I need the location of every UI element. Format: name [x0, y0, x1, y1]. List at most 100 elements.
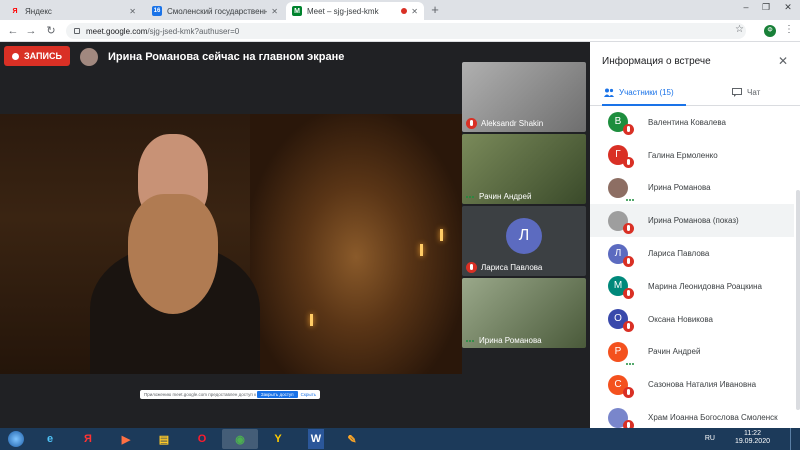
list-item[interactable]: Ирина Романова — [590, 172, 794, 205]
minimize-icon[interactable]: – — [736, 2, 756, 12]
system-tray: RU 11:22 19.09.2020 — [705, 430, 770, 446]
tab-participants[interactable]: Участники (15) — [604, 88, 674, 97]
yandex-icon[interactable]: Я — [70, 429, 106, 449]
avatar: Л — [608, 243, 634, 267]
mic-off-icon — [623, 124, 634, 136]
panel-title: Информация о встрече — [602, 56, 711, 67]
list-item[interactable]: Ирина Романова (показ) — [590, 204, 794, 238]
avatar: С — [608, 374, 634, 398]
list-item[interactable]: О Оксана Новикова — [590, 303, 794, 336]
word-icon[interactable]: W — [308, 429, 324, 449]
tab-chat-label: Чат — [747, 88, 761, 97]
tab-label: Смоленский государственный — [167, 6, 268, 16]
back-icon[interactable]: ← — [6, 24, 20, 38]
list-item[interactable]: Л Лариса Павлова — [590, 237, 794, 270]
participant-tile[interactable]: Ирина Романова — [462, 278, 586, 348]
avatar: В — [608, 112, 634, 136]
tile-name: Рачин Андрей — [479, 192, 532, 201]
opera-icon[interactable]: O — [184, 429, 220, 449]
presenter-avatar — [80, 48, 98, 66]
list-item[interactable]: Г Галина Ермоленко — [590, 139, 794, 172]
mic-active-icon — [466, 195, 475, 198]
media-icon[interactable]: ▶ — [108, 429, 144, 449]
avatar: Р — [608, 341, 634, 365]
yandex-browser-icon[interactable]: Y — [260, 429, 296, 449]
tile-name: Лариса Павлова — [481, 263, 543, 272]
language-indicator[interactable]: RU — [705, 435, 715, 442]
tab-meet[interactable]: M Meet – sjg-jsed-kmk ✕ — [286, 2, 424, 20]
maximize-icon[interactable]: ❐ — [756, 2, 776, 13]
avatar — [608, 210, 634, 234]
mic-off-icon — [623, 255, 634, 267]
ie-icon[interactable]: e — [32, 429, 68, 449]
presenter-banner: Ирина Романова сейчас на главном экране — [80, 48, 344, 66]
speaker-figure — [90, 134, 260, 374]
participant-avatar: Л — [506, 218, 542, 254]
avatar: М — [608, 276, 634, 300]
candle-icon — [440, 229, 443, 241]
close-icon[interactable]: ✕ — [411, 7, 418, 16]
candle-icon — [420, 244, 423, 256]
site-favicon-icon: 16 — [152, 6, 162, 16]
participant-name: Ирина Романова — [648, 183, 711, 193]
tab-label: Meet – sjg-jsed-kmk — [307, 6, 379, 16]
tab-smolensk[interactable]: 16 Смоленский государственный ✕ — [146, 2, 284, 20]
plus-icon[interactable]: + — [428, 3, 442, 17]
start-button[interactable] — [0, 428, 32, 450]
menu-icon[interactable]: ⋮ — [784, 24, 794, 35]
panel-scrollbar[interactable] — [796, 190, 800, 410]
record-dot-icon — [12, 52, 19, 60]
tab-participants-label: Участники (15) — [619, 88, 674, 97]
forward-icon[interactable]: → — [24, 24, 38, 38]
main-video — [0, 114, 462, 374]
participant-tile[interactable]: Рачин Андрей — [462, 134, 586, 204]
participant-name: Лариса Павлова — [648, 249, 710, 259]
list-item[interactable]: С Сазонова Наталия Ивановна — [590, 368, 794, 401]
stop-sharing-button[interactable]: Закрыть доступ — [256, 391, 298, 398]
reload-icon[interactable]: ↻ — [44, 24, 58, 38]
mic-active-icon — [626, 362, 635, 365]
show-desktop-button[interactable] — [790, 428, 800, 450]
chrome-icon[interactable]: ◉ — [222, 429, 258, 449]
participant-name: Оксана Новикова — [648, 314, 713, 324]
tile-name: Ирина Романова — [479, 336, 542, 345]
clock[interactable]: 11:22 19.09.2020 — [735, 430, 770, 446]
participant-name: Храм Иоанна Богослова Смоленск — [648, 413, 778, 423]
participant-name: Валентина Ковалева — [648, 117, 726, 127]
avatar: О — [608, 309, 634, 333]
screen-share-notice: Приложению meet.google.com предоставлен … — [140, 390, 320, 399]
list-item[interactable]: В Валентина Ковалева — [590, 106, 794, 139]
lock-icon — [74, 28, 80, 34]
participant-name: Галина Ермоленко — [648, 150, 718, 160]
participant-name: Марина Леонидовна Роацкина — [648, 281, 763, 291]
clock-date: 19.09.2020 — [734, 438, 770, 445]
profile-avatar[interactable]: Ф — [764, 25, 776, 37]
tab-chat[interactable]: Чат — [732, 88, 760, 97]
share-notice-text: Приложению meet.google.com предоставлен … — [144, 392, 257, 397]
address-bar[interactable]: meet.google.com /sjg-jsed-kmk?authuser=0 — [66, 23, 746, 39]
hide-notice-button[interactable]: Скрыть — [301, 392, 316, 397]
list-item[interactable]: М Марина Леонидовна Роацкина — [590, 270, 794, 303]
participant-tile[interactable]: Aleksandr Shakin — [462, 62, 586, 132]
url-path: /sjg-jsed-kmk?authuser=0 — [147, 26, 240, 36]
participant-tile[interactable]: Л Лариса Павлова — [462, 206, 586, 276]
paint-icon[interactable]: ✎ — [334, 429, 370, 449]
avatar — [608, 407, 634, 431]
people-icon — [604, 88, 614, 97]
close-icon[interactable]: ✕ — [778, 54, 788, 68]
taskbar: e Я ▶ ▤ O ◉ Y W ✎ RU 11:22 19.09.2020 — [0, 428, 800, 450]
list-item[interactable]: Р Рачин Андрей — [590, 336, 794, 369]
tab-label: Яндекс — [25, 6, 52, 16]
close-icon[interactable]: ✕ — [271, 7, 278, 16]
window-close-icon[interactable]: ✕ — [778, 2, 798, 13]
tab-yandex[interactable]: Я Яндекс ✕ — [4, 2, 142, 20]
chat-icon — [732, 88, 742, 97]
close-icon[interactable]: ✕ — [129, 7, 136, 16]
mic-off-icon — [623, 157, 634, 169]
mic-off-icon — [623, 386, 634, 398]
recording-badge[interactable]: ЗАПИСЬ — [4, 46, 70, 66]
bookmark-star-icon[interactable]: ☆ — [735, 24, 744, 35]
explorer-icon[interactable]: ▤ — [146, 429, 182, 449]
presenter-text: Ирина Романова сейчас на главном экране — [108, 51, 345, 63]
avatar: Г — [608, 145, 634, 169]
